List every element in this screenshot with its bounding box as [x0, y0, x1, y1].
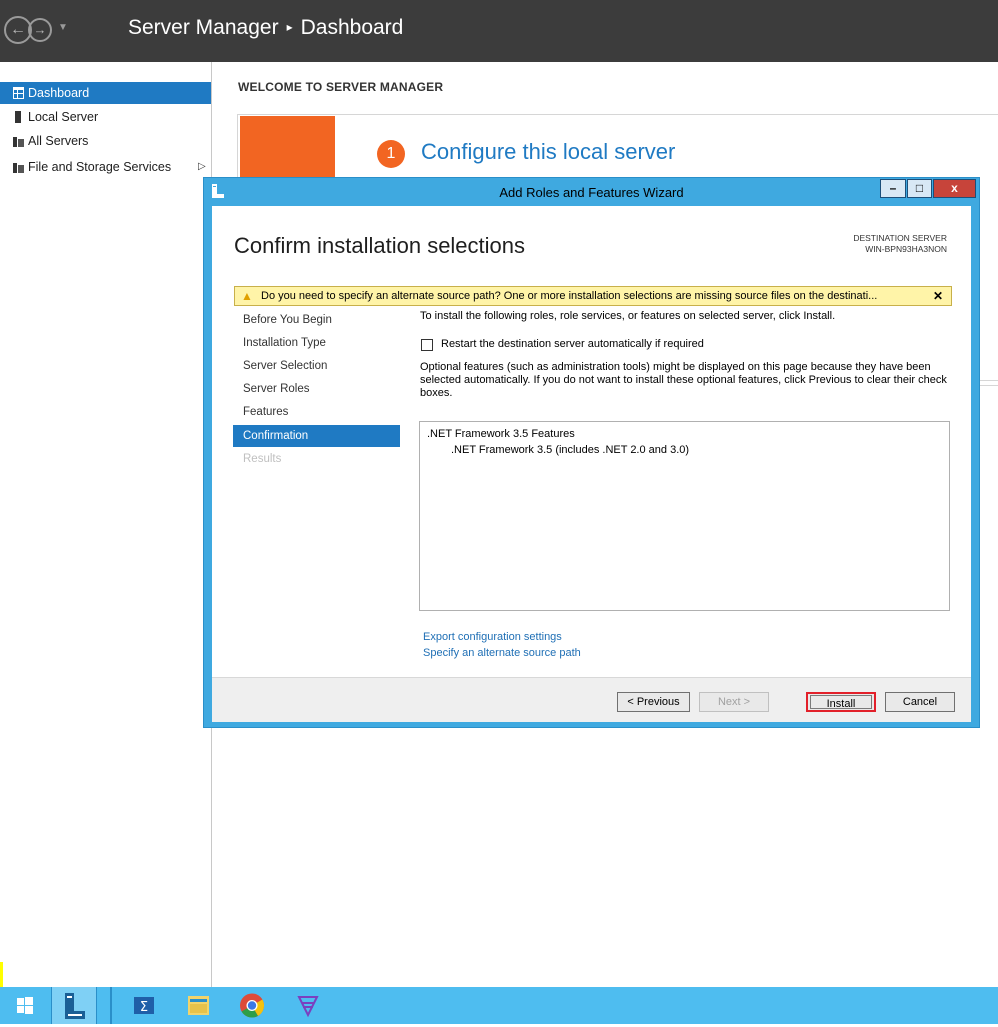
previous-button[interactable]: < Previous: [617, 692, 690, 712]
warning-icon: ▲: [241, 289, 253, 303]
step-before-you-begin[interactable]: Before You Begin: [233, 309, 400, 331]
step-results: Results: [243, 453, 282, 465]
step-features[interactable]: Features: [233, 401, 400, 423]
sidebar: Dashboard Local Server All Servers File …: [0, 62, 212, 987]
powershell-icon[interactable]: Σ: [124, 987, 164, 1024]
warning-text: Do you need to specify an alternate sour…: [261, 290, 878, 302]
sidebar-item-file-storage[interactable]: File and Storage Services ▷: [0, 156, 211, 178]
sidebar-item-dashboard[interactable]: Dashboard: [0, 82, 211, 104]
breadcrumb-separator: ▸: [286, 20, 293, 34]
export-config-link[interactable]: Export configuration settings: [423, 631, 562, 643]
app-name: Server Manager: [128, 16, 279, 39]
alternate-source-link[interactable]: Specify an alternate source path: [423, 647, 581, 659]
servers-icon: [13, 137, 24, 147]
forward-arrow-icon[interactable]: →: [28, 18, 52, 42]
wizard-body: Confirm installation selections DESTINAT…: [212, 206, 971, 722]
sidebar-item-label: All Servers: [28, 134, 89, 148]
sidebar-item-label: File and Storage Services: [28, 160, 172, 174]
visual-studio-icon[interactable]: [288, 987, 328, 1024]
install-button[interactable]: Install: [806, 692, 876, 712]
restart-checkbox[interactable]: [421, 339, 433, 351]
sidebar-item-all-servers[interactable]: All Servers: [0, 130, 211, 152]
destination-server-info: DESTINATION SERVER WIN-BPN93HA3NON: [853, 233, 947, 255]
title-bar: ← → ▼ Server Manager ▸ Dashboard: [0, 0, 998, 62]
sidebar-item-label: Local Server: [28, 110, 99, 124]
step-installation-type[interactable]: Installation Type: [233, 332, 400, 354]
server-icon: [15, 111, 21, 123]
file-storage-icon: [13, 163, 24, 173]
file-explorer-icon[interactable]: [178, 987, 218, 1024]
welcome-heading: WELCOME TO SERVER MANAGER: [238, 80, 444, 94]
svg-text:Σ: Σ: [140, 1000, 148, 1015]
install-button-inner: Install: [810, 695, 872, 710]
taskbar-divider: [110, 987, 112, 1024]
server-manager-icon[interactable]: [51, 987, 97, 1024]
cancel-button[interactable]: Cancel: [885, 692, 955, 712]
optional-features-text: Optional features (such as administratio…: [420, 361, 947, 399]
step-server-selection[interactable]: Server Selection: [233, 355, 400, 377]
install-button-label: Install: [826, 698, 856, 710]
edge-marker: [0, 962, 3, 987]
close-icon[interactable]: ✕: [933, 289, 943, 303]
add-roles-wizard-dialog: Add Roles and Features Wizard – □ x Conf…: [203, 177, 980, 728]
next-button[interactable]: Next >: [699, 692, 769, 712]
wizard-heading: Confirm installation selections: [234, 233, 526, 258]
dashboard-icon: [13, 87, 24, 99]
close-button[interactable]: x: [933, 179, 976, 198]
step-server-roles[interactable]: Server Roles: [233, 378, 400, 400]
breadcrumb-section: Dashboard: [300, 16, 404, 39]
chevron-right-icon[interactable]: ▷: [198, 156, 206, 178]
list-item: .NET Framework 3.5 Features: [427, 428, 575, 440]
app-title: Server Manager ▸ Dashboard: [128, 16, 403, 40]
taskbar: Σ: [0, 987, 998, 1024]
chrome-icon[interactable]: [232, 987, 272, 1024]
sidebar-item-local-server[interactable]: Local Server: [0, 106, 211, 128]
list-item: .NET Framework 3.5 (includes .NET 2.0 an…: [451, 444, 690, 456]
warning-bar: ▲ Do you need to specify an alternate so…: [234, 286, 952, 306]
restart-checkbox-label[interactable]: Restart the destination server automatic…: [441, 338, 704, 350]
minimize-button[interactable]: –: [880, 179, 906, 198]
start-icon[interactable]: [8, 987, 42, 1024]
wizard-footer: < Previous Next > Install Cancel: [212, 677, 971, 722]
feature-list: .NET Framework 3.5 Features .NET Framewo…: [419, 421, 950, 611]
configure-local-server-link[interactable]: Configure this local server: [421, 139, 675, 165]
nav-dropdown-icon[interactable]: ▼: [58, 22, 68, 33]
maximize-button[interactable]: □: [907, 179, 932, 198]
step-confirmation[interactable]: Confirmation: [233, 425, 400, 447]
intro-text: To install the following roles, role ser…: [420, 310, 836, 322]
sidebar-item-label: Dashboard: [28, 86, 90, 100]
wizard-title: Add Roles and Features Wizard: [499, 185, 684, 200]
divider: [977, 380, 998, 381]
quick-start-tile[interactable]: [240, 116, 335, 180]
destination-label: DESTINATION SERVER: [853, 233, 947, 243]
step-number-badge: 1: [377, 140, 405, 168]
destination-server-name: WIN-BPN93HA3NON: [865, 244, 947, 254]
